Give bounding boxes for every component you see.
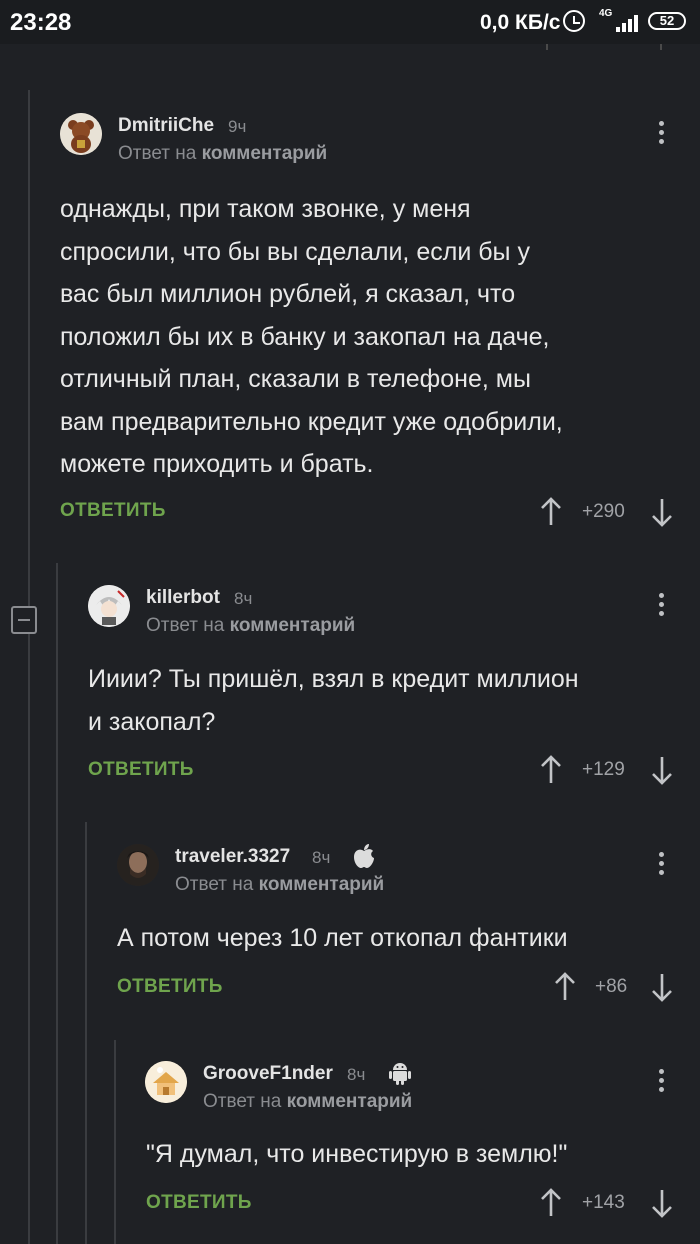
reply-target-link[interactable]: комментарий [287, 1091, 413, 1112]
signal-icon: 4G [599, 8, 639, 34]
upvote-icon[interactable] [539, 1188, 563, 1218]
comment-score: +143 [582, 1192, 625, 1213]
comment-time: 8ч [347, 1065, 366, 1084]
reply-button[interactable]: ОТВЕТИТЬ [146, 1192, 252, 1214]
battery-icon: 52 [648, 12, 686, 30]
reply-to-label: Ответ на комментарий [203, 1091, 413, 1112]
comment-text: "Я думал, что инвестирую в землю!" [146, 1140, 568, 1168]
alarm-icon [563, 10, 585, 32]
status-bar: 23:28 0,0 КБ/с 4G 52 [0, 0, 700, 44]
android-icon [389, 1063, 411, 1085]
cartoon-house-avatar-icon [145, 1061, 187, 1103]
downvote-icon[interactable] [650, 1188, 674, 1218]
username[interactable]: GrooveF1nder [203, 1063, 333, 1085]
avatar[interactable] [145, 1061, 187, 1103]
status-time: 23:28 [10, 9, 72, 36]
network-speed: 0,0 КБ/с [480, 11, 561, 34]
more-options-icon[interactable] [659, 1069, 665, 1095]
comment: GrooveF1nder 8ч Ответ на комментарий "Я … [0, 0, 700, 1244]
network-type: 4G [599, 8, 613, 19]
